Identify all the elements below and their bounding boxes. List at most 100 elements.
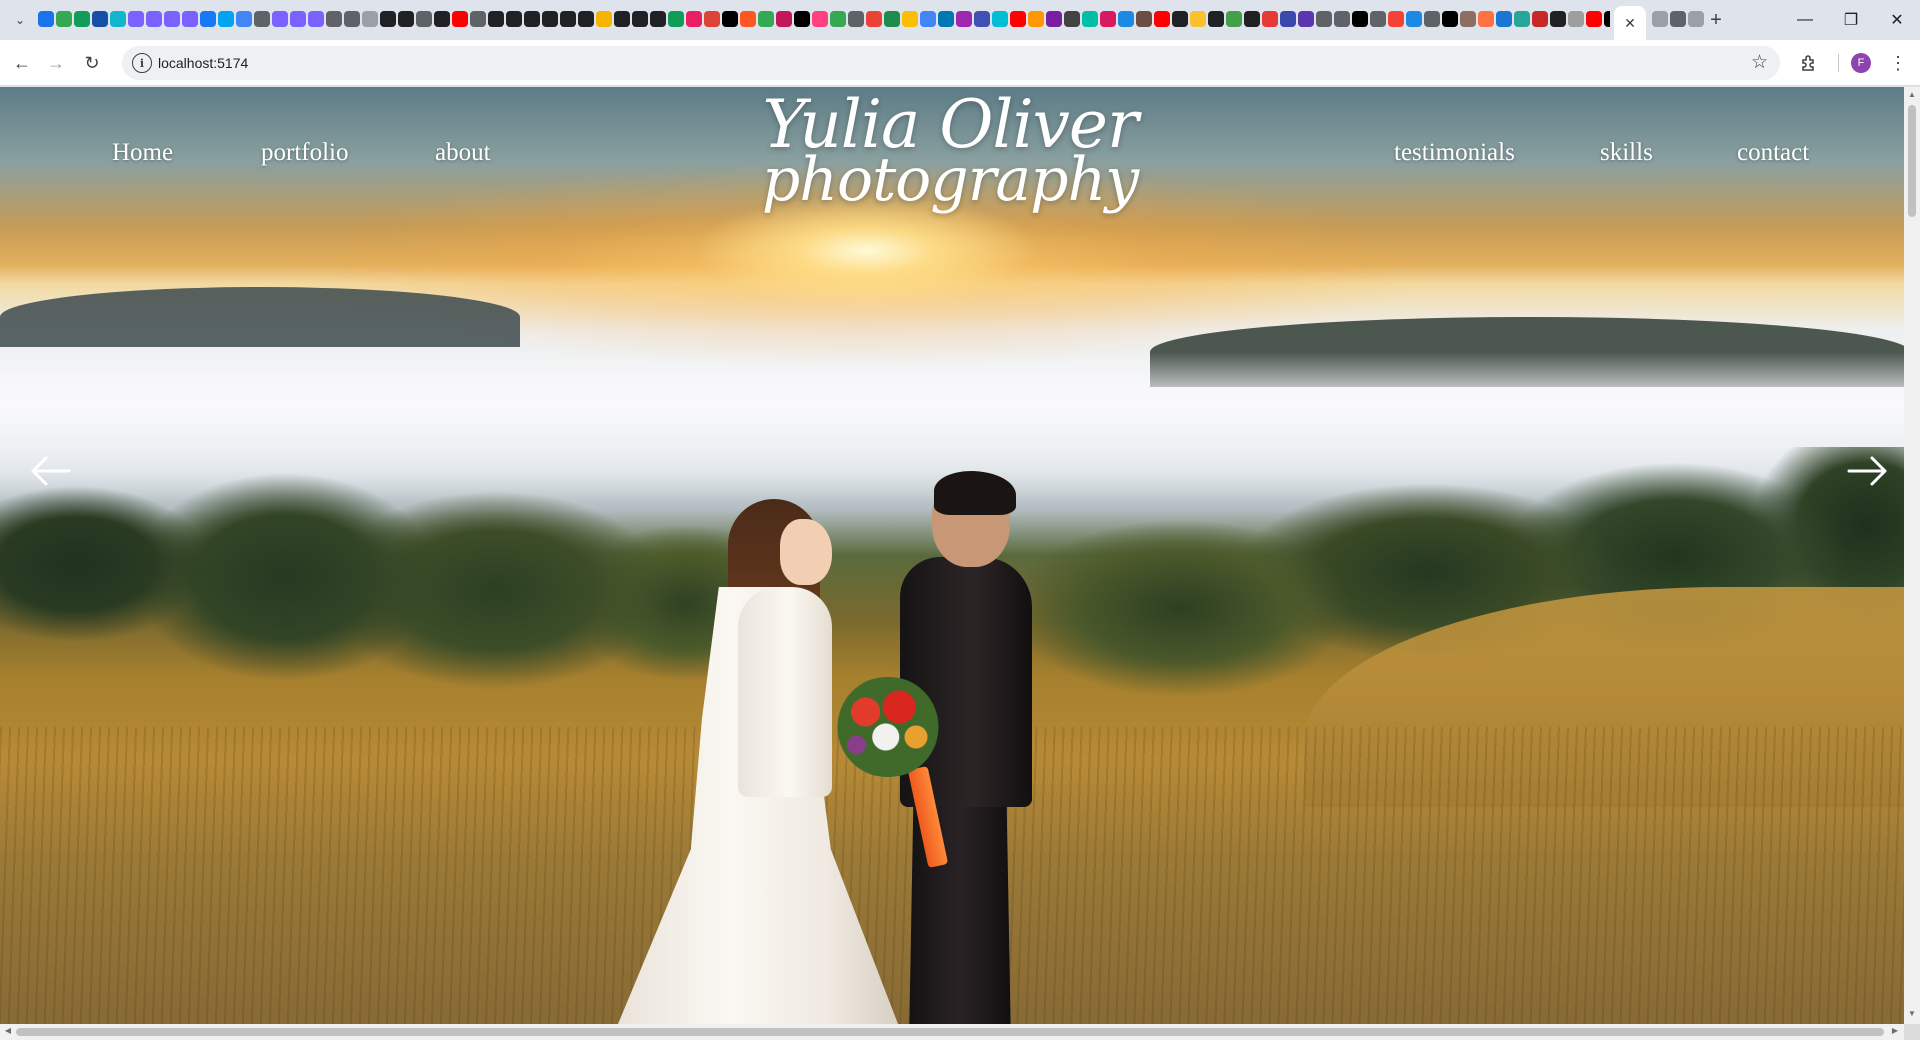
tab-favicon[interactable] bbox=[740, 11, 756, 27]
scroll-down-arrow-icon[interactable]: ▼ bbox=[1907, 1009, 1917, 1019]
tab-favicon[interactable] bbox=[272, 11, 288, 27]
horizontal-scrollbar[interactable]: ◀ ▶ bbox=[0, 1024, 1904, 1040]
tab-favicon[interactable] bbox=[686, 11, 702, 27]
tab-favicon[interactable] bbox=[1670, 11, 1686, 27]
nav-contact-link[interactable]: contact bbox=[1737, 139, 1809, 167]
tab-favicon[interactable] bbox=[722, 11, 738, 27]
restore-button[interactable]: ❐ bbox=[1828, 0, 1874, 40]
tab-favicon[interactable] bbox=[1262, 11, 1278, 27]
extensions-button[interactable] bbox=[1796, 50, 1822, 76]
tab-favicon[interactable] bbox=[1496, 11, 1512, 27]
nav-about-link[interactable]: about bbox=[435, 139, 491, 167]
tab-favicon[interactable] bbox=[398, 11, 414, 27]
tab-favicon[interactable] bbox=[1352, 11, 1368, 27]
tab-favicon[interactable] bbox=[416, 11, 432, 27]
tab-favicon[interactable] bbox=[488, 11, 504, 27]
nav-portfolio-link[interactable]: portfolio bbox=[261, 139, 349, 167]
tab-favicon[interactable] bbox=[1568, 11, 1584, 27]
tab-favicon[interactable] bbox=[38, 11, 54, 27]
vertical-scroll-thumb[interactable] bbox=[1908, 105, 1916, 217]
tab-favicon[interactable] bbox=[1370, 11, 1386, 27]
tab-favicon[interactable] bbox=[614, 11, 630, 27]
slider-prev-button[interactable] bbox=[26, 447, 74, 495]
horizontal-scroll-thumb[interactable] bbox=[16, 1028, 1884, 1036]
tab-favicon[interactable] bbox=[1046, 11, 1062, 27]
tab-favicon[interactable] bbox=[1334, 11, 1350, 27]
close-window-button[interactable]: ✕ bbox=[1874, 0, 1920, 40]
tab-favicon[interactable] bbox=[632, 11, 648, 27]
tab-favicon[interactable] bbox=[1082, 11, 1098, 27]
vertical-scrollbar[interactable]: ▲ ▼ bbox=[1904, 87, 1920, 1024]
tab-favicon[interactable] bbox=[1226, 11, 1242, 27]
tab-favicon[interactable] bbox=[1478, 11, 1494, 27]
tab-favicon[interactable] bbox=[1460, 11, 1476, 27]
tab-favicon[interactable] bbox=[1154, 11, 1170, 27]
new-tab-button[interactable]: + bbox=[1704, 8, 1728, 32]
tab-favicon[interactable] bbox=[1688, 11, 1704, 27]
tab-favicon[interactable] bbox=[1280, 11, 1296, 27]
tab-favicon[interactable] bbox=[1604, 11, 1610, 27]
tab-favicon[interactable] bbox=[866, 11, 882, 27]
tab-favicon[interactable] bbox=[956, 11, 972, 27]
tab-favicon[interactable] bbox=[1406, 11, 1422, 27]
nav-home-link[interactable]: Home bbox=[112, 139, 173, 167]
profile-avatar[interactable]: F bbox=[1851, 53, 1871, 73]
tab-favicon[interactable] bbox=[128, 11, 144, 27]
tab-favicon[interactable] bbox=[992, 11, 1008, 27]
tab-favicon[interactable] bbox=[56, 11, 72, 27]
tab-favicon[interactable] bbox=[848, 11, 864, 27]
tab-favicon[interactable] bbox=[308, 11, 324, 27]
tab-favicon[interactable] bbox=[452, 11, 468, 27]
scroll-up-arrow-icon[interactable]: ▲ bbox=[1907, 90, 1917, 100]
tab-favicon[interactable] bbox=[1064, 11, 1080, 27]
tab-favicon[interactable] bbox=[812, 11, 828, 27]
tab-favicon[interactable] bbox=[794, 11, 810, 27]
tab-favicon[interactable] bbox=[110, 11, 126, 27]
forward-button[interactable]: → bbox=[42, 49, 70, 77]
tab-favicon[interactable] bbox=[506, 11, 522, 27]
tab-favicon[interactable] bbox=[1424, 11, 1440, 27]
tab-favicon[interactable] bbox=[902, 11, 918, 27]
tab-favicon[interactable] bbox=[974, 11, 990, 27]
tab-favicon[interactable] bbox=[92, 11, 108, 27]
tab-favicon[interactable] bbox=[1532, 11, 1548, 27]
tab-favicon[interactable] bbox=[776, 11, 792, 27]
tab-favicon[interactable] bbox=[1298, 11, 1314, 27]
reload-button[interactable]: ↻ bbox=[78, 49, 106, 77]
slider-next-button[interactable] bbox=[1844, 447, 1892, 495]
tab-favicon[interactable] bbox=[362, 11, 378, 27]
tab-search-button[interactable]: ⌄ bbox=[8, 8, 32, 32]
tab-favicon[interactable] bbox=[164, 11, 180, 27]
tab-favicon[interactable] bbox=[182, 11, 198, 27]
tab-favicon[interactable] bbox=[884, 11, 900, 27]
site-logo[interactable]: Yulia Oliver photography bbox=[760, 91, 1140, 211]
tab-favicon[interactable] bbox=[596, 11, 612, 27]
tab-favicon[interactable] bbox=[1172, 11, 1188, 27]
tab-favicon[interactable] bbox=[344, 11, 360, 27]
tab-favicon[interactable] bbox=[1514, 11, 1530, 27]
site-info-icon[interactable]: i bbox=[132, 53, 152, 73]
tab-favicon[interactable] bbox=[1388, 11, 1404, 27]
tab-favicon[interactable] bbox=[1586, 11, 1602, 27]
tab-favicon[interactable] bbox=[290, 11, 306, 27]
tab-favicon[interactable] bbox=[74, 11, 90, 27]
bookmark-star-icon[interactable]: ☆ bbox=[1751, 51, 1768, 74]
tab-favicon[interactable] bbox=[1550, 11, 1566, 27]
tab-favicon[interactable] bbox=[146, 11, 162, 27]
tab-favicon[interactable] bbox=[1136, 11, 1152, 27]
close-tab-icon[interactable]: ✕ bbox=[1624, 15, 1636, 32]
tab-favicon[interactable] bbox=[1190, 11, 1206, 27]
tab-favicon[interactable] bbox=[1442, 11, 1458, 27]
tab-favicon[interactable] bbox=[938, 11, 954, 27]
tab-favicon[interactable] bbox=[1244, 11, 1260, 27]
tab-favicon[interactable] bbox=[1010, 11, 1026, 27]
tab-favicon[interactable] bbox=[218, 11, 234, 27]
address-bar[interactable]: i localhost:5174 ☆ bbox=[122, 46, 1780, 80]
tab-favicon[interactable] bbox=[470, 11, 486, 27]
tab-favicon[interactable] bbox=[326, 11, 342, 27]
minimize-button[interactable]: — bbox=[1782, 0, 1828, 40]
active-tab[interactable]: ✕ bbox=[1614, 6, 1646, 40]
tab-favicon[interactable] bbox=[1118, 11, 1134, 27]
tab-favicon[interactable] bbox=[200, 11, 216, 27]
nav-testimonials-link[interactable]: testimonials bbox=[1394, 139, 1515, 167]
